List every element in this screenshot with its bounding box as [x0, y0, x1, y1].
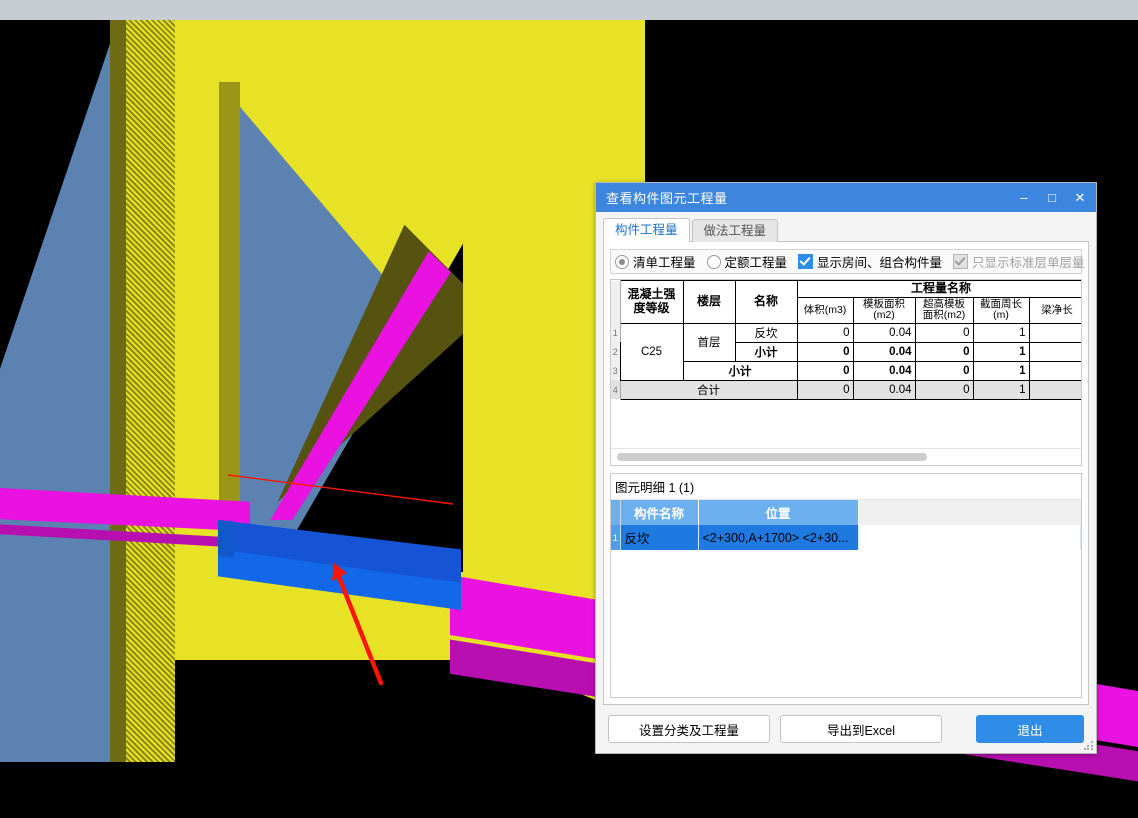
cell-section-perimeter: 1 [972, 322, 1030, 343]
cell-name: 小计 [682, 360, 798, 381]
row-number: 3 [611, 361, 621, 381]
table-row[interactable]: 1 C25 首层 反坎 0 0.04 0 1 [611, 322, 1081, 381]
close-button[interactable]: ✕ [1066, 185, 1094, 211]
cell-formwork-area: 0.04 [852, 360, 916, 381]
cell-volume: 0 [796, 360, 854, 381]
annotation-arrow-red [320, 555, 400, 690]
table-row[interactable]: 4 合计 0 0.04 0 1 [611, 379, 1081, 400]
cell-formwork-area: 0.04 [852, 379, 916, 400]
cell-beam-net-length [1028, 322, 1081, 343]
col-header-section-perimeter[interactable]: 截面周长(m) [972, 296, 1030, 324]
tab-method-quantity[interactable]: 做法工程量 [691, 219, 779, 242]
detail-row-number: 1 [611, 525, 621, 550]
cell-formwork-area: 0.04 [852, 322, 916, 343]
row-number: 4 [611, 380, 621, 400]
detail-col-header-filler [858, 500, 1081, 525]
tab-bar[interactable]: 构件工程量 做法工程量 [603, 218, 1089, 242]
options-bar[interactable]: 清单工程量 定额工程量 显示房间、组合构件量 只显示标准层单层量 [610, 249, 1085, 274]
export-to-excel-button[interactable]: 导出到Excel [780, 715, 942, 743]
dialog-footer: 设置分类及工程量 导出到Excel 退出 [596, 705, 1096, 753]
detail-table: 构件名称 位置 1 反坎 <2+300,A+1700> <2+30... [611, 500, 1081, 550]
tab-panel: 清单工程量 定额工程量 显示房间、组合构件量 只显示标准层单层量 混凝土强度等级… [603, 241, 1089, 705]
quantity-grid[interactable]: 混凝土强度等级 楼层 名称 工程量名称 体积(m3) 模板面积(m2) 超高模板… [610, 279, 1082, 466]
cell-high-formwork-area: 0 [914, 322, 974, 343]
wall-hatched-yellow [126, 20, 175, 762]
checkbox-option-show-rooms[interactable]: 显示房间、组合构件量 [798, 252, 942, 271]
arrow-svg [332, 563, 384, 686]
cell-volume: 0 [796, 322, 854, 343]
cell-formwork-area: 0.04 [852, 341, 916, 362]
cell-high-formwork-area: 0 [914, 341, 974, 362]
minimize-button[interactable]: – [1010, 185, 1038, 211]
checkbox-label-standard-floor-only: 只显示标准层单层量 [972, 256, 1085, 270]
col-header-formwork-area[interactable]: 模板面积(m2) [852, 296, 916, 324]
settings-classification-quantity-button[interactable]: 设置分类及工程量 [608, 715, 770, 743]
list-item[interactable]: 1 反坎 <2+300,A+1700> <2+30... [611, 525, 1081, 550]
detail-cell-location: <2+300,A+1700> <2+30... [698, 525, 859, 550]
detail-col-header-component-name[interactable]: 构件名称 [620, 500, 699, 525]
col-header-volume[interactable]: 体积(m3) [796, 296, 854, 324]
dialog-body: 构件工程量 做法工程量 清单工程量 定额工程量 显示房间、组合构件量 只显示标准… [596, 212, 1096, 705]
radio-option-quota-quantity[interactable]: 定额工程量 [706, 252, 788, 271]
tab-component-quantity[interactable]: 构件工程量 [603, 218, 690, 242]
col-header-quantity-group: 工程量名称 [796, 280, 1081, 298]
cell-high-formwork-area: 0 [914, 360, 974, 381]
annotation-guide-line-red [227, 474, 454, 508]
element-detail-label: 图元明细 1 (1) [611, 474, 1081, 500]
cell-section-perimeter: 1 [972, 379, 1030, 400]
cell-beam-net-length [1028, 341, 1081, 362]
row-number: 2 [611, 342, 621, 362]
cell-section-perimeter: 1 [972, 341, 1030, 362]
table-header-row-1: 混凝土强度等级 楼层 名称 工程量名称 [611, 280, 1081, 324]
checkbox-checked-icon[interactable] [798, 254, 814, 269]
cell-volume: 0 [796, 341, 854, 362]
cell-name: 反坎 [734, 322, 798, 343]
scrollbar-thumb[interactable] [617, 453, 927, 461]
detail-gutter-header [611, 500, 621, 525]
cell-section-perimeter: 1 [972, 360, 1030, 381]
radio-label-list-quantity: 清单工程量 [633, 256, 696, 270]
cell-high-formwork-area: 0 [914, 379, 974, 400]
cell-volume: 0 [796, 379, 854, 400]
detail-col-header-location[interactable]: 位置 [698, 500, 859, 525]
cell-name: 小计 [734, 341, 798, 362]
dialog-title-bar[interactable]: 查看构件图元工程量 – □ ✕ [596, 183, 1096, 212]
detail-cell-filler [858, 525, 1081, 550]
radio-option-list-quantity[interactable]: 清单工程量 [615, 252, 696, 271]
maximize-button[interactable]: □ [1038, 185, 1066, 211]
radio-label-quota-quantity: 定额工程量 [724, 256, 788, 270]
cell-concrete-grade: C25 [619, 322, 684, 381]
radio-on-icon[interactable] [615, 254, 629, 269]
quantity-table: 混凝土强度等级 楼层 名称 工程量名称 体积(m3) 模板面积(m2) 超高模板… [611, 280, 1081, 400]
col-header-floor[interactable]: 楼层 [682, 280, 736, 324]
exit-button[interactable]: 退出 [976, 715, 1084, 743]
cell-beam-net-length [1028, 379, 1081, 400]
component-quantity-dialog[interactable]: 查看构件图元工程量 – □ ✕ 构件工程量 做法工程量 清单工程量 定额工程量 [595, 182, 1097, 754]
detail-header-row: 构件名称 位置 [611, 500, 1081, 525]
col-header-concrete-grade[interactable]: 混凝土强度等级 [619, 280, 684, 324]
guide-line-svg [227, 474, 454, 505]
checkbox-option-standard-floor-only: 只显示标准层单层量 [953, 252, 1085, 271]
dialog-title: 查看构件图元工程量 [606, 191, 728, 206]
checkbox-label-show-rooms: 显示房间、组合构件量 [817, 256, 943, 270]
resize-grip[interactable] [1084, 741, 1093, 750]
element-detail-grid[interactable]: 构件名称 位置 1 反坎 <2+300,A+1700> <2+30... [611, 500, 1081, 697]
col-header-beam-net-length[interactable]: 梁净长 [1028, 296, 1081, 324]
detail-cell-component-name: 反坎 [620, 525, 699, 550]
horizontal-scrollbar[interactable] [611, 448, 1081, 465]
row-number: 1 [611, 323, 621, 343]
gutter-header [611, 280, 621, 324]
quantity-grid-scroll-area[interactable]: 混凝土强度等级 楼层 名称 工程量名称 体积(m3) 模板面积(m2) 超高模板… [611, 280, 1081, 448]
radio-off-icon[interactable] [706, 254, 721, 269]
col-header-name[interactable]: 名称 [734, 280, 798, 324]
opening-jamb-left-olive [219, 82, 240, 522]
application-top-bar [0, 0, 1138, 20]
cell-name: 合计 [619, 379, 798, 400]
col-header-high-formwork-area[interactable]: 超高模板面积(m2) [914, 296, 974, 324]
checkbox-disabled-icon [953, 254, 969, 269]
wall-face-left-bluegrey [0, 20, 118, 762]
cell-beam-net-length [1028, 360, 1081, 381]
cell-floor: 首层 [682, 322, 736, 362]
element-detail-panel: 图元明细 1 (1) 构件名称 位置 1 反坎 <2+300,A+1700> <… [610, 473, 1082, 698]
